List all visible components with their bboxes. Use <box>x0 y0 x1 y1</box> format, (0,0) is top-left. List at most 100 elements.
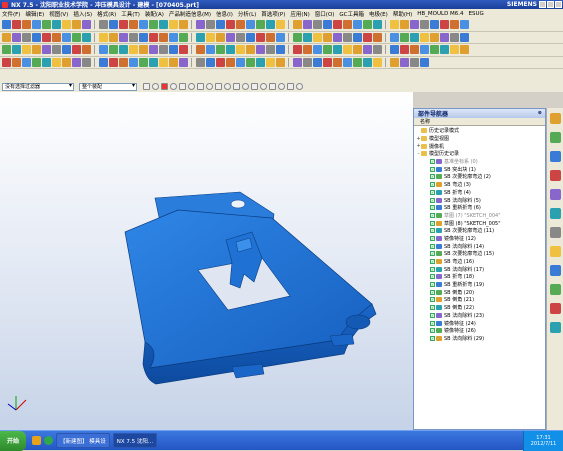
toolbar-tool-icon[interactable] <box>52 20 61 30</box>
menu-item[interactable]: 格式(R) <box>97 10 116 18</box>
close-button[interactable] <box>555 1 562 8</box>
resource-bar-icon[interactable] <box>549 303 561 314</box>
toolbar-tool-icon[interactable] <box>226 32 235 42</box>
toolbar-tool-icon[interactable] <box>149 20 158 30</box>
toolbar-tool-icon[interactable] <box>2 45 11 55</box>
toolbar-tool-icon[interactable] <box>216 45 225 55</box>
snap-point-icon[interactable] <box>287 83 294 90</box>
toolbar-tool-icon[interactable] <box>460 32 469 42</box>
toolbar-tool-icon[interactable] <box>82 45 91 55</box>
checkbox-icon[interactable]: ✓ <box>430 212 435 218</box>
toolbar-tool-icon[interactable] <box>72 32 81 42</box>
toolbar-tool-icon[interactable] <box>62 57 71 67</box>
toolbar-tool-icon[interactable] <box>129 20 138 30</box>
checkbox-icon[interactable]: ✓ <box>430 174 435 180</box>
toolbar-tool-icon[interactable] <box>373 45 382 55</box>
toolbar-tool-icon[interactable] <box>52 32 61 42</box>
toolbar-tool-icon[interactable] <box>323 57 332 67</box>
toolbar-tool-icon[interactable] <box>256 32 265 42</box>
tree-node[interactable]: ✓ 草图 (7) "SKETCH_004" <box>414 212 545 220</box>
toolbar-tool-icon[interactable] <box>42 57 51 67</box>
toolbar-tool-icon[interactable] <box>400 32 409 42</box>
toolbar-tool-icon[interactable] <box>400 45 409 55</box>
toolbar-tool-icon[interactable] <box>82 20 91 30</box>
checkbox-icon[interactable]: ✓ <box>430 205 435 211</box>
toolbar-tool-icon[interactable] <box>236 45 245 55</box>
menu-item[interactable]: 窗口(O) <box>315 10 335 18</box>
toolbar-tool-icon[interactable] <box>139 57 148 67</box>
toolbar-tool-icon[interactable] <box>430 45 439 55</box>
toolbar-tool-icon[interactable] <box>226 57 235 67</box>
checkbox-icon[interactable]: ✓ <box>430 243 435 249</box>
tree-node[interactable]: ✓ 草图 (8) "SKETCH_005" <box>414 219 545 227</box>
toolbar-tool-icon[interactable] <box>420 57 429 67</box>
toolbar-tool-icon[interactable] <box>313 45 322 55</box>
toolbar-tool-icon[interactable] <box>303 32 312 42</box>
toolbar-tool-icon[interactable] <box>246 45 255 55</box>
toolbar-tool-icon[interactable] <box>149 32 158 42</box>
toolbar-tool-icon[interactable] <box>343 32 352 42</box>
checkbox-icon[interactable]: ✓ <box>430 189 435 195</box>
toolbar-tool-icon[interactable] <box>410 20 419 30</box>
checkbox-icon[interactable]: ✓ <box>430 251 435 257</box>
tree-node[interactable]: ✓ SB 重新折弯 (6) <box>414 204 545 212</box>
snap-point-icon[interactable] <box>197 83 204 90</box>
toolbar-tool-icon[interactable] <box>72 57 81 67</box>
toolbar-tool-icon[interactable] <box>410 57 419 67</box>
toolbar-tool-icon[interactable] <box>276 32 285 42</box>
menu-item[interactable]: 插入(S) <box>73 10 92 18</box>
toolbar-tool-icon[interactable] <box>22 20 31 30</box>
toolbar-tool-icon[interactable] <box>333 57 342 67</box>
toolbar-tool-icon[interactable] <box>139 20 148 30</box>
resource-bar-icon[interactable] <box>549 246 561 257</box>
tree-node[interactable]: ✓ SB 次要轮廓弯边 (15) <box>414 250 545 258</box>
toolbar-tool-icon[interactable] <box>333 32 342 42</box>
tree-node[interactable]: + 模型视图 <box>414 135 545 143</box>
tree-node[interactable]: ✓ 基准坐标系 (0) <box>414 158 545 166</box>
toolbar-tool-icon[interactable] <box>119 32 128 42</box>
toolbar-tool-icon[interactable] <box>119 45 128 55</box>
toolbar-tool-icon[interactable] <box>343 20 352 30</box>
snap-point-icon[interactable] <box>161 83 168 90</box>
checkbox-icon[interactable]: ✓ <box>430 266 435 272</box>
toolbar-tool-icon[interactable] <box>32 45 41 55</box>
toolbar-tool-icon[interactable] <box>206 32 215 42</box>
toolbar-tool-icon[interactable] <box>343 57 352 67</box>
menu-item[interactable]: HB_MOULD M6.4 <box>417 11 463 17</box>
resource-bar-icon[interactable] <box>549 170 561 181</box>
toolbar-tool-icon[interactable] <box>169 45 178 55</box>
checkbox-icon[interactable]: ✓ <box>430 320 435 326</box>
toolbar-tool-icon[interactable] <box>410 45 419 55</box>
toolbar-tool-icon[interactable] <box>12 45 21 55</box>
checkbox-icon[interactable]: ✓ <box>430 166 435 172</box>
toolbar-tool-icon[interactable] <box>363 20 372 30</box>
toolbar-tool-icon[interactable] <box>179 20 188 30</box>
toolbar-tool-icon[interactable] <box>169 32 178 42</box>
toolbar-tool-icon[interactable] <box>12 57 21 67</box>
toolbar-tool-icon[interactable] <box>236 32 245 42</box>
tree-node[interactable]: ✓ SB 倒角 (20) <box>414 288 545 296</box>
toolbar-tool-icon[interactable] <box>22 32 31 42</box>
resource-bar-icon[interactable] <box>549 227 561 238</box>
toolbar-tool-icon[interactable] <box>159 32 168 42</box>
toolbar-tool-icon[interactable] <box>119 57 128 67</box>
selection-filter-dropdown[interactable]: 没有选择过滤器 <box>2 82 74 91</box>
checkbox-icon[interactable]: ✓ <box>430 328 435 334</box>
sheet-metal-part[interactable] <box>0 92 413 430</box>
menu-item[interactable]: 工具(T) <box>121 10 140 18</box>
toolbar-tool-icon[interactable] <box>390 45 399 55</box>
toolbar-tool-icon[interactable] <box>293 45 302 55</box>
menu-item[interactable]: 分析(L) <box>238 10 256 18</box>
toolbar-tool-icon[interactable] <box>226 45 235 55</box>
toolbar-tool-icon[interactable] <box>333 45 342 55</box>
toolbar-tool-icon[interactable] <box>390 32 399 42</box>
resource-bar-icon[interactable] <box>549 284 561 295</box>
snap-point-icon[interactable] <box>269 83 276 90</box>
tree-node[interactable]: ✓ SB 重新折弯 (19) <box>414 281 545 289</box>
toolbar-tool-icon[interactable] <box>169 57 178 67</box>
column-header-name[interactable]: 名称 <box>414 118 545 126</box>
resource-bar-icon[interactable] <box>549 113 561 124</box>
toolbar-tool-icon[interactable] <box>276 45 285 55</box>
tree-node[interactable]: ✓ SB 弯边 (16) <box>414 258 545 266</box>
toolbar-tool-icon[interactable] <box>99 45 108 55</box>
